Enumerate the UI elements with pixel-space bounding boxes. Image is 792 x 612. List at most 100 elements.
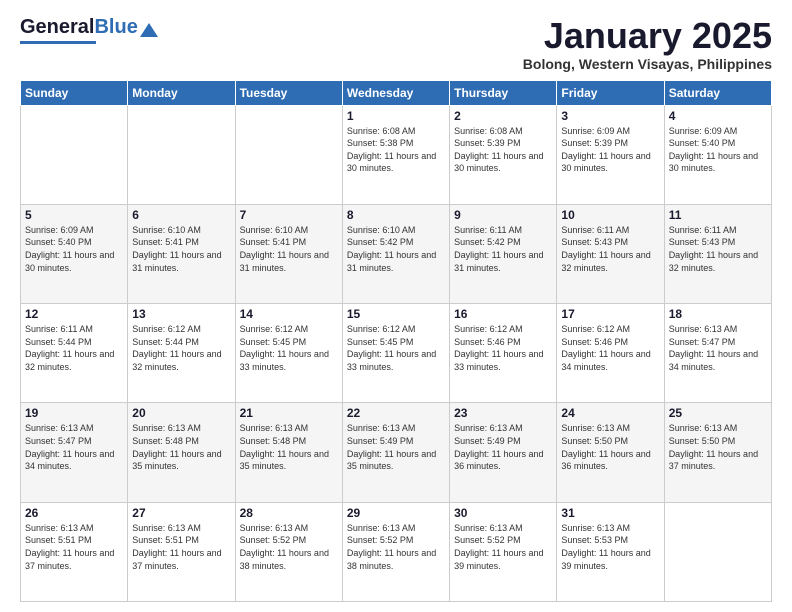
table-row: 29 Sunrise: 6:13 AM Sunset: 5:52 PM Dayl… <box>342 502 449 601</box>
day-info: Sunrise: 6:13 AM Sunset: 5:49 PM Dayligh… <box>347 422 445 472</box>
day-number: 28 <box>240 506 338 520</box>
table-row: 21 Sunrise: 6:13 AM Sunset: 5:48 PM Dayl… <box>235 403 342 502</box>
week-row-2: 5 Sunrise: 6:09 AM Sunset: 5:40 PM Dayli… <box>21 204 772 303</box>
day-info: Sunrise: 6:11 AM Sunset: 5:43 PM Dayligh… <box>669 224 767 274</box>
header-friday: Friday <box>557 80 664 105</box>
week-row-5: 26 Sunrise: 6:13 AM Sunset: 5:51 PM Dayl… <box>21 502 772 601</box>
day-info: Sunrise: 6:10 AM Sunset: 5:41 PM Dayligh… <box>132 224 230 274</box>
table-row: 11 Sunrise: 6:11 AM Sunset: 5:43 PM Dayl… <box>664 204 771 303</box>
table-row <box>235 105 342 204</box>
day-info: Sunrise: 6:09 AM Sunset: 5:40 PM Dayligh… <box>669 125 767 175</box>
header-thursday: Thursday <box>450 80 557 105</box>
table-row: 28 Sunrise: 6:13 AM Sunset: 5:52 PM Dayl… <box>235 502 342 601</box>
day-info: Sunrise: 6:11 AM Sunset: 5:44 PM Dayligh… <box>25 323 123 373</box>
day-info: Sunrise: 6:11 AM Sunset: 5:43 PM Dayligh… <box>561 224 659 274</box>
table-row: 20 Sunrise: 6:13 AM Sunset: 5:48 PM Dayl… <box>128 403 235 502</box>
day-number: 16 <box>454 307 552 321</box>
header-saturday: Saturday <box>664 80 771 105</box>
table-row: 12 Sunrise: 6:11 AM Sunset: 5:44 PM Dayl… <box>21 304 128 403</box>
table-row: 18 Sunrise: 6:13 AM Sunset: 5:47 PM Dayl… <box>664 304 771 403</box>
table-row: 8 Sunrise: 6:10 AM Sunset: 5:42 PM Dayli… <box>342 204 449 303</box>
table-row <box>128 105 235 204</box>
day-number: 2 <box>454 109 552 123</box>
table-row: 4 Sunrise: 6:09 AM Sunset: 5:40 PM Dayli… <box>664 105 771 204</box>
table-row: 24 Sunrise: 6:13 AM Sunset: 5:50 PM Dayl… <box>557 403 664 502</box>
logo-underline <box>20 41 96 44</box>
logo-general: General <box>20 16 94 39</box>
table-row: 1 Sunrise: 6:08 AM Sunset: 5:38 PM Dayli… <box>342 105 449 204</box>
day-number: 1 <box>347 109 445 123</box>
table-row: 5 Sunrise: 6:09 AM Sunset: 5:40 PM Dayli… <box>21 204 128 303</box>
day-number: 27 <box>132 506 230 520</box>
day-number: 30 <box>454 506 552 520</box>
day-number: 29 <box>347 506 445 520</box>
day-info: Sunrise: 6:13 AM Sunset: 5:47 PM Dayligh… <box>669 323 767 373</box>
logo-triangle-icon <box>140 23 158 37</box>
day-info: Sunrise: 6:12 AM Sunset: 5:45 PM Dayligh… <box>240 323 338 373</box>
day-info: Sunrise: 6:13 AM Sunset: 5:53 PM Dayligh… <box>561 522 659 572</box>
location: Bolong, Western Visayas, Philippines <box>523 56 772 72</box>
day-number: 5 <box>25 208 123 222</box>
week-row-3: 12 Sunrise: 6:11 AM Sunset: 5:44 PM Dayl… <box>21 304 772 403</box>
day-number: 12 <box>25 307 123 321</box>
day-info: Sunrise: 6:12 AM Sunset: 5:46 PM Dayligh… <box>561 323 659 373</box>
month-title: January 2025 <box>523 16 772 56</box>
day-number: 17 <box>561 307 659 321</box>
day-info: Sunrise: 6:13 AM Sunset: 5:52 PM Dayligh… <box>240 522 338 572</box>
table-row: 2 Sunrise: 6:08 AM Sunset: 5:39 PM Dayli… <box>450 105 557 204</box>
page: General Blue January 2025 Bolong, Wester… <box>0 0 792 612</box>
table-row: 10 Sunrise: 6:11 AM Sunset: 5:43 PM Dayl… <box>557 204 664 303</box>
day-number: 25 <box>669 406 767 420</box>
day-info: Sunrise: 6:10 AM Sunset: 5:41 PM Dayligh… <box>240 224 338 274</box>
table-row: 13 Sunrise: 6:12 AM Sunset: 5:44 PM Dayl… <box>128 304 235 403</box>
table-row: 22 Sunrise: 6:13 AM Sunset: 5:49 PM Dayl… <box>342 403 449 502</box>
table-row: 17 Sunrise: 6:12 AM Sunset: 5:46 PM Dayl… <box>557 304 664 403</box>
table-row: 7 Sunrise: 6:10 AM Sunset: 5:41 PM Dayli… <box>235 204 342 303</box>
day-number: 21 <box>240 406 338 420</box>
day-info: Sunrise: 6:09 AM Sunset: 5:40 PM Dayligh… <box>25 224 123 274</box>
header-sunday: Sunday <box>21 80 128 105</box>
table-row: 30 Sunrise: 6:13 AM Sunset: 5:52 PM Dayl… <box>450 502 557 601</box>
day-info: Sunrise: 6:10 AM Sunset: 5:42 PM Dayligh… <box>347 224 445 274</box>
day-number: 23 <box>454 406 552 420</box>
day-number: 20 <box>132 406 230 420</box>
day-number: 4 <box>669 109 767 123</box>
table-row <box>21 105 128 204</box>
day-info: Sunrise: 6:13 AM Sunset: 5:49 PM Dayligh… <box>454 422 552 472</box>
day-number: 15 <box>347 307 445 321</box>
day-number: 13 <box>132 307 230 321</box>
day-number: 26 <box>25 506 123 520</box>
day-info: Sunrise: 6:12 AM Sunset: 5:44 PM Dayligh… <box>132 323 230 373</box>
table-row: 26 Sunrise: 6:13 AM Sunset: 5:51 PM Dayl… <box>21 502 128 601</box>
week-row-4: 19 Sunrise: 6:13 AM Sunset: 5:47 PM Dayl… <box>21 403 772 502</box>
calendar-table: Sunday Monday Tuesday Wednesday Thursday… <box>20 80 772 602</box>
day-number: 14 <box>240 307 338 321</box>
table-row: 15 Sunrise: 6:12 AM Sunset: 5:45 PM Dayl… <box>342 304 449 403</box>
day-info: Sunrise: 6:13 AM Sunset: 5:47 PM Dayligh… <box>25 422 123 472</box>
header: General Blue January 2025 Bolong, Wester… <box>20 16 772 72</box>
day-info: Sunrise: 6:13 AM Sunset: 5:52 PM Dayligh… <box>454 522 552 572</box>
day-info: Sunrise: 6:13 AM Sunset: 5:52 PM Dayligh… <box>347 522 445 572</box>
logo: General Blue <box>20 16 158 44</box>
day-info: Sunrise: 6:08 AM Sunset: 5:38 PM Dayligh… <box>347 125 445 175</box>
week-row-1: 1 Sunrise: 6:08 AM Sunset: 5:38 PM Dayli… <box>21 105 772 204</box>
table-row: 6 Sunrise: 6:10 AM Sunset: 5:41 PM Dayli… <box>128 204 235 303</box>
day-info: Sunrise: 6:08 AM Sunset: 5:39 PM Dayligh… <box>454 125 552 175</box>
table-row <box>664 502 771 601</box>
day-info: Sunrise: 6:13 AM Sunset: 5:50 PM Dayligh… <box>669 422 767 472</box>
day-number: 24 <box>561 406 659 420</box>
day-info: Sunrise: 6:12 AM Sunset: 5:46 PM Dayligh… <box>454 323 552 373</box>
day-number: 11 <box>669 208 767 222</box>
day-info: Sunrise: 6:13 AM Sunset: 5:48 PM Dayligh… <box>240 422 338 472</box>
table-row: 9 Sunrise: 6:11 AM Sunset: 5:42 PM Dayli… <box>450 204 557 303</box>
day-info: Sunrise: 6:13 AM Sunset: 5:51 PM Dayligh… <box>132 522 230 572</box>
day-number: 18 <box>669 307 767 321</box>
day-number: 19 <box>25 406 123 420</box>
day-info: Sunrise: 6:13 AM Sunset: 5:51 PM Dayligh… <box>25 522 123 572</box>
table-row: 3 Sunrise: 6:09 AM Sunset: 5:39 PM Dayli… <box>557 105 664 204</box>
day-info: Sunrise: 6:13 AM Sunset: 5:50 PM Dayligh… <box>561 422 659 472</box>
header-wednesday: Wednesday <box>342 80 449 105</box>
weekday-header-row: Sunday Monday Tuesday Wednesday Thursday… <box>21 80 772 105</box>
day-info: Sunrise: 6:12 AM Sunset: 5:45 PM Dayligh… <box>347 323 445 373</box>
day-info: Sunrise: 6:13 AM Sunset: 5:48 PM Dayligh… <box>132 422 230 472</box>
